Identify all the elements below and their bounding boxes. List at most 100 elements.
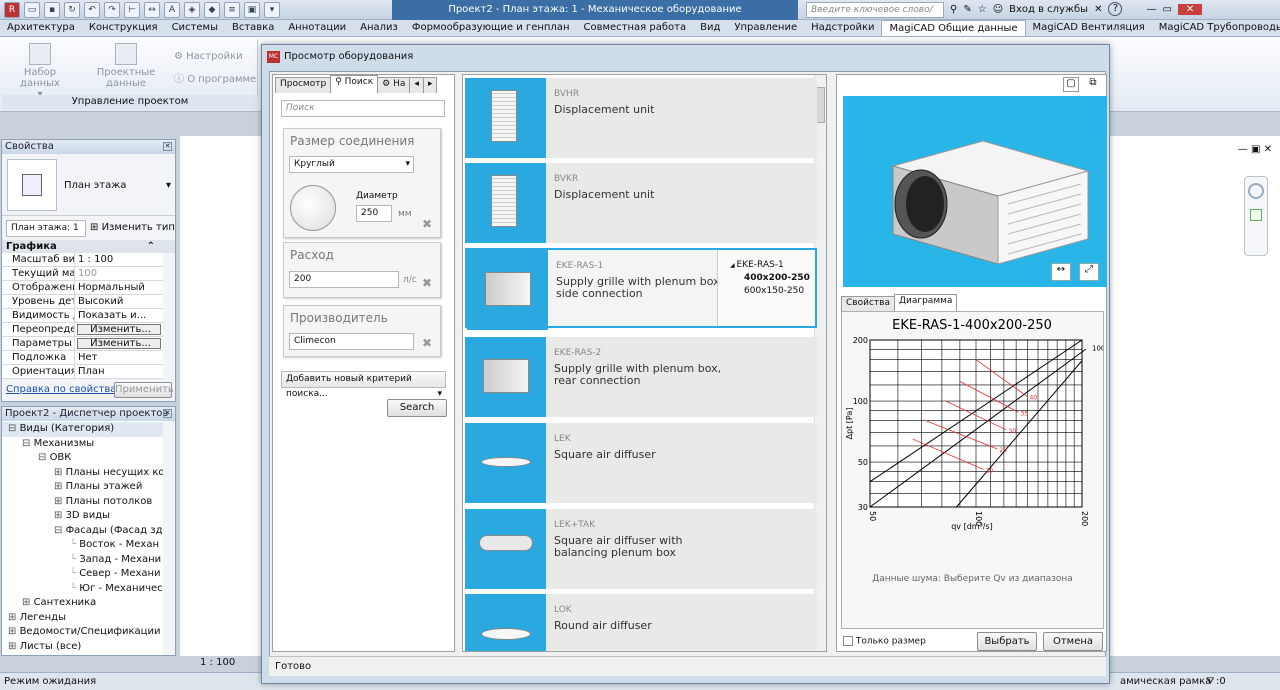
open-icon[interactable]: ▭ <box>24 2 40 18</box>
steering-wheel-icon[interactable] <box>1248 183 1264 199</box>
tree-item[interactable]: ⊞ Планы потолков <box>2 495 163 510</box>
project-data-button[interactable]: Проектные данные <box>82 43 170 89</box>
property-value[interactable]: Показать и... <box>75 309 163 322</box>
flow-input[interactable]: 200 <box>289 271 399 288</box>
view-scale[interactable]: 1 : 100 <box>200 657 235 668</box>
dimension-icon[interactable]: ↔ <box>144 2 160 18</box>
expand-icon[interactable]: ⊞ <box>54 467 66 478</box>
help-link[interactable]: Справка по свойствам <box>6 384 124 395</box>
maximize-button[interactable]: ▭ <box>1162 4 1171 15</box>
tab-7[interactable]: Совместная работа <box>576 20 693 36</box>
dataset-button[interactable]: Набор данных▾ <box>10 43 70 100</box>
equipment-item[interactable]: BVKR Displacement unit <box>465 163 817 243</box>
close-icon[interactable]: ✕ <box>163 142 172 151</box>
tab-4[interactable]: Аннотации <box>281 20 353 36</box>
tab-diagram[interactable]: Диаграмма <box>893 294 958 312</box>
property-row[interactable]: Текущий мас...100 <box>2 267 163 281</box>
tree-item[interactable]: ⊞ Листы (все) <box>2 640 163 655</box>
3d-view-icon[interactable]: ◈ <box>184 2 200 18</box>
equipment-list[interactable]: BVHR Displacement unit BVKR Displacement un… <box>462 74 827 652</box>
tab-3[interactable]: Вставка <box>225 20 281 36</box>
property-value[interactable]: 1 : 100 <box>75 253 163 266</box>
tree-item[interactable]: ⊞ 3D виды <box>2 509 163 524</box>
favorites-icon[interactable]: ☆ <box>978 4 987 15</box>
collapse-icon[interactable]: ⊟ <box>22 438 34 449</box>
search-input[interactable]: Поиск <box>281 100 445 117</box>
remove-criterion-icon[interactable]: ✖ <box>422 218 434 230</box>
tree-item[interactable]: ⊞ Сантехника <box>2 596 163 611</box>
tab-13[interactable]: MagiCAD Трубопроводы <box>1152 20 1280 36</box>
text-icon[interactable]: A <box>164 2 180 18</box>
property-value[interactable]: План <box>75 365 163 378</box>
tree-item[interactable]: ⊟ Виды (Категория) <box>2 422 163 437</box>
equipment-item[interactable]: BVHR Displacement unit <box>465 78 817 158</box>
add-criterion-dropdown[interactable]: Добавить новый критерий поиска... ▾ <box>281 371 446 399</box>
help-search-input[interactable]: Введите ключевое слово/фразу <box>806 2 944 29</box>
tab-10[interactable]: Надстройки <box>804 20 881 36</box>
tree-item[interactable]: ⊞ Планы этажей <box>2 480 163 495</box>
variant-item[interactable]: 600x150-250 <box>730 285 815 298</box>
tree-item[interactable]: ⊞ Ведомости/Спецификации <box>2 625 163 640</box>
tab-settings[interactable]: ⚙ На <box>377 77 411 93</box>
equipment-item[interactable]: EKE-RAS-1 Supply grille with plenum box, … <box>465 248 817 330</box>
remove-criterion-icon[interactable]: ✖ <box>422 337 434 349</box>
property-row[interactable]: Видимость де...Показать и... <box>2 309 163 323</box>
tab-scroll-left[interactable]: ◂ <box>409 77 424 93</box>
equipment-item[interactable]: LEK+TAK Square air diffuser with balancin… <box>465 509 817 589</box>
about-button[interactable]: ⓘ О программе <box>174 70 256 85</box>
tab-12[interactable]: MagiCAD Вентиляция <box>1026 20 1152 36</box>
qat-menu-icon[interactable]: ▾ <box>264 2 280 18</box>
tab-6[interactable]: Формообразующие и генплан <box>405 20 577 36</box>
tree-item[interactable]: └ Восток - Механ <box>2 538 163 553</box>
property-row[interactable]: Ориентация ...План <box>2 365 163 379</box>
expand-icon[interactable]: ⤢ <box>1079 263 1099 281</box>
tab-9[interactable]: Управление <box>727 20 804 36</box>
tab-scroll-right[interactable]: ▸ <box>422 77 438 93</box>
tree-item[interactable]: └ Запад - Механи <box>2 553 163 568</box>
checkbox-box[interactable] <box>843 636 853 646</box>
equipment-item[interactable]: EKE-RAS-2 Supply grille with plenum box, … <box>465 337 817 417</box>
tab-5[interactable]: Анализ <box>353 20 405 36</box>
manufacturer-input[interactable]: Climecon <box>289 333 414 350</box>
search-button[interactable]: Search <box>387 399 447 417</box>
tab-8[interactable]: Вид <box>693 20 727 36</box>
shape-dropdown[interactable]: Круглый ▾ <box>289 156 414 173</box>
equipment-item[interactable]: LEK Square air diffuser <box>465 423 817 503</box>
property-value[interactable]: Высокий <box>75 295 163 308</box>
3d-preview[interactable]: ↔ ⤢ <box>843 96 1107 287</box>
collapse-icon[interactable]: ⊟ <box>8 423 20 434</box>
tab-11[interactable]: MagiCAD Общие данные <box>881 20 1026 36</box>
restore-view-icon[interactable]: ▣ <box>1251 144 1260 155</box>
close-icon[interactable]: ✕ <box>163 409 172 418</box>
dual-view-icon[interactable]: ⧉ <box>1085 77 1101 92</box>
close-button[interactable]: ✕ <box>1177 3 1203 15</box>
expand-icon[interactable]: ⊞ <box>54 481 66 492</box>
close-view-icon[interactable]: ✕ <box>1264 144 1272 155</box>
tab-2[interactable]: Системы <box>165 20 225 36</box>
property-value[interactable]: Нормальный <box>75 281 163 294</box>
minimize-button[interactable]: — <box>1146 4 1156 15</box>
equipment-item[interactable]: LOK Round air diffuser <box>465 594 817 651</box>
scrollbar-thumb[interactable] <box>816 87 825 123</box>
filter-icon[interactable]: ⛛ <box>1206 673 1214 690</box>
only-size-checkbox[interactable]: Только размер <box>843 636 926 647</box>
property-row[interactable]: Отображени...Нормальный <box>2 281 163 295</box>
property-row[interactable]: Уровень дета...Высокий <box>2 295 163 309</box>
revit-logo-icon[interactable]: R <box>4 2 20 18</box>
property-value[interactable]: Изменить... <box>77 324 161 335</box>
tree-item[interactable]: ⊟ Фасады (Фасад здан <box>2 524 163 539</box>
expand-icon[interactable]: ⊞ <box>54 496 66 507</box>
thin-lines-icon[interactable]: ≡ <box>224 2 240 18</box>
undo-icon[interactable]: ↶ <box>84 2 100 18</box>
tab-search[interactable]: ⚲ Поиск <box>330 75 379 93</box>
signin-button[interactable]: Вход в службы <box>1009 4 1088 15</box>
variant-group[interactable]: ◢ EKE-RAS-1 <box>730 259 815 272</box>
collapse-icon[interactable]: ⊟ <box>54 525 66 536</box>
tree-item[interactable]: ⊞ Планы несущих кон <box>2 466 163 481</box>
help-button[interactable]: ? <box>1108 2 1123 16</box>
tree-item[interactable]: ⊞ Легенды <box>2 611 163 626</box>
single-view-icon[interactable]: ▢ <box>1063 77 1079 92</box>
search-icon[interactable]: ⚲ <box>950 4 957 15</box>
tree-item[interactable]: ⊟ Механизмы <box>2 437 163 452</box>
expand-icon[interactable]: ⊞ <box>8 641 20 652</box>
